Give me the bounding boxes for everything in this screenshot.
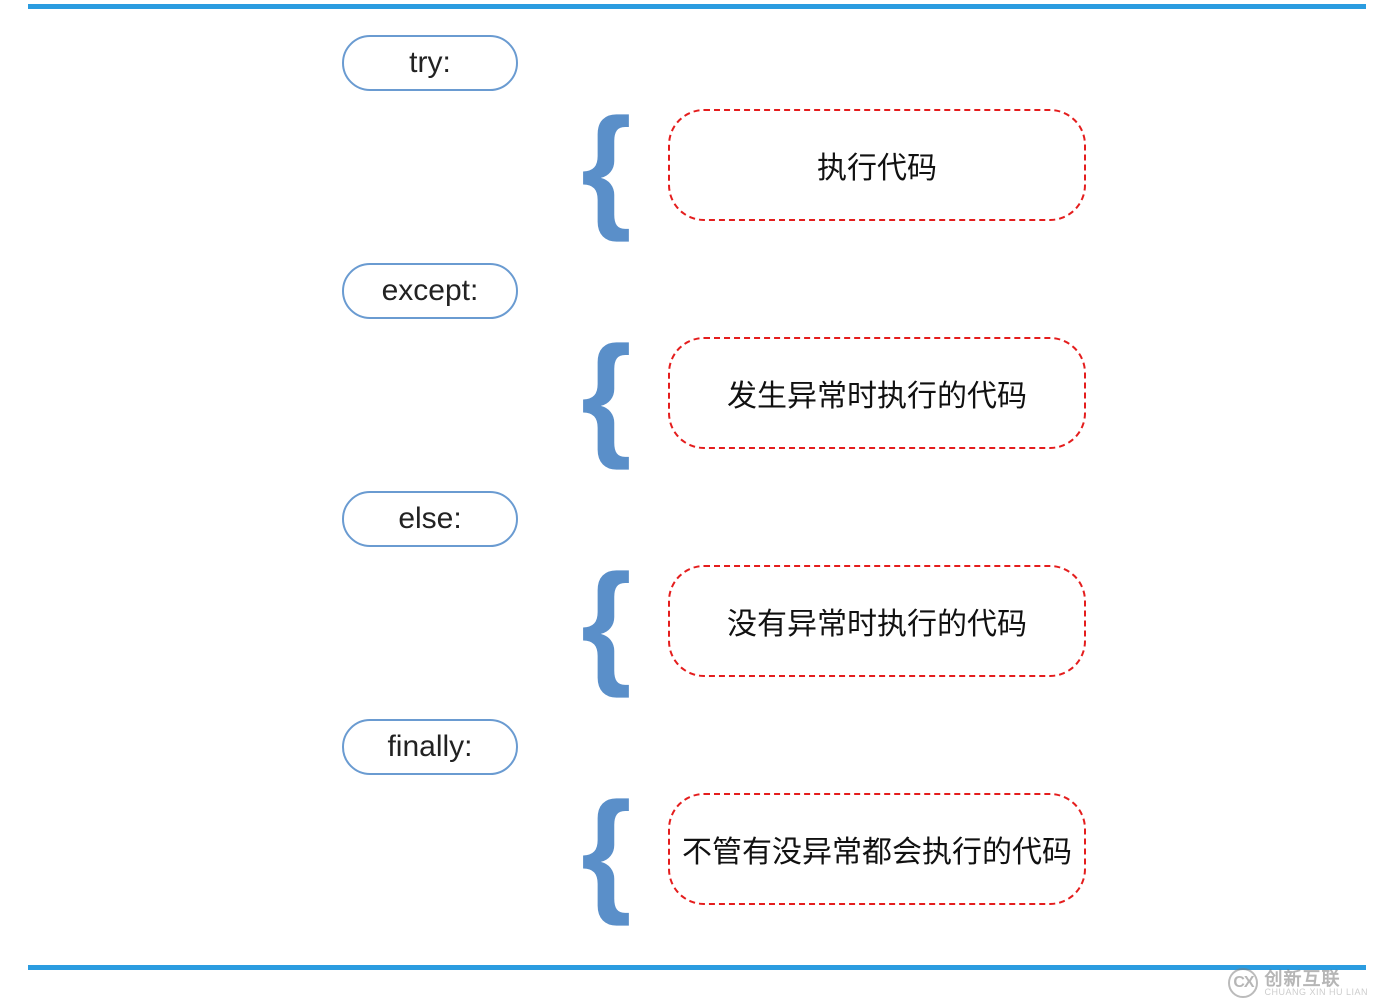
keyword-finally: finally: (342, 719, 518, 775)
brace-icon: { (581, 98, 632, 235)
block-except: except: { 发生异常时执行的代码 (28, 255, 1366, 483)
desc-finally: 不管有没异常都会执行的代码 (668, 793, 1086, 905)
keyword-except: except: (342, 263, 518, 319)
keyword-try: try: (342, 35, 518, 91)
watermark-text: 创新互联 CHUANG XIN HU LIAN (1264, 970, 1368, 997)
desc-else: 没有异常时执行的代码 (668, 565, 1086, 677)
block-finally: finally: { 不管有没异常都会执行的代码 (28, 711, 1366, 939)
desc-except: 发生异常时执行的代码 (668, 337, 1086, 449)
block-else: else: { 没有异常时执行的代码 (28, 483, 1366, 711)
brace-icon: { (581, 782, 632, 919)
keyword-else: else: (342, 491, 518, 547)
block-try: try: { 执行代码 (28, 27, 1366, 255)
watermark-main: 创新互联 (1264, 970, 1368, 988)
brace-icon: { (581, 554, 632, 691)
watermark-logo-icon: CX (1228, 968, 1258, 998)
brace-icon: { (581, 326, 632, 463)
watermark-sub: CHUANG XIN HU LIAN (1264, 988, 1368, 997)
watermark: CX 创新互联 CHUANG XIN HU LIAN (1228, 968, 1368, 998)
diagram-frame: try: { 执行代码 except: { 发生异常时执行的代码 else: {… (28, 4, 1366, 970)
desc-try: 执行代码 (668, 109, 1086, 221)
diagram-content: try: { 执行代码 except: { 发生异常时执行的代码 else: {… (28, 9, 1366, 965)
